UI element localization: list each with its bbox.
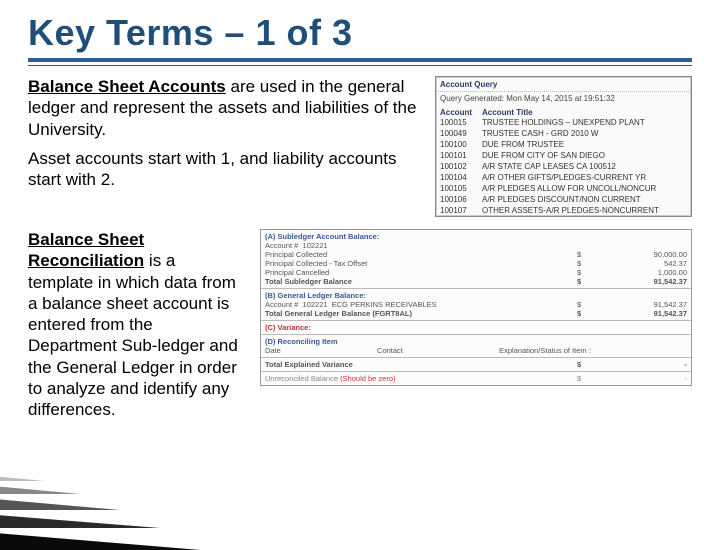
table-row: 100105A/R PLEDGES ALLOW FOR UNCOLL/NONCU… [436,183,691,194]
table-row: 100049TRUSTEE CASH - GRD 2010 W [436,128,691,139]
paragraph-2: Balance Sheet Reconciliation is a templa… [28,229,240,420]
recon-sec-a-title: (A) Subledger Account Balance: [265,232,379,241]
term-balance-sheet-accounts: Balance Sheet Accounts [28,77,226,96]
table-row: 100100DUE FROM TRUSTEE [436,139,691,150]
table-row: 100015TRUSTEE HOLDINGS – UNEXPEND PLANT [436,117,691,128]
recon-unrec-note: (Should be zero) [340,374,395,383]
recon-date-label: Date [265,346,281,355]
reconciliation-panel: (A) Subledger Account Balance: Account #… [260,229,692,386]
recon-unrec-label: Unreconciled Balance [265,374,338,383]
recon-contact-label: Contact [377,346,403,355]
recon-line: Principal Cancelled [265,268,329,277]
recon-sec-c-title: (C) Variance: [265,323,687,332]
paragraph-1: Balance Sheet Accounts are used in the g… [28,76,421,140]
table-row: 100106A/R PLEDGES DISCOUNT/NON CURRENT [436,194,691,205]
account-query-panel: Account Query Query Generated: Mon May 1… [435,76,692,217]
slide-title: Key Terms – 1 of 3 [28,12,692,54]
recon-sec-b-title: (B) General Ledger Balance: [265,291,366,300]
query-heading: Account Query [436,77,691,92]
recon-gl-label: ECG PERKINS RECEIVABLES [332,300,437,309]
table-row: 100107OTHER ASSETS-A/R PLEDGES-NONCURREN… [436,205,691,216]
recon-gl-total: 91,542.37 [654,309,687,318]
recon-gl-total-label: Total General Ledger Balance (FGRT8AL) [265,309,412,318]
recon-subledger-total: 91,542.37 [654,277,687,286]
query-generated: Query Generated: Mon May 14, 2015 at 19:… [436,92,691,106]
recon-subledger-total-label: Total Subledger Balance [265,277,352,286]
table-row: 100102A/R STATE CAP LEASES CA 100512 [436,161,691,172]
title-rule [28,58,692,66]
paragraph-1b: Asset accounts start with 1, and liabili… [28,148,421,191]
recon-acct-label: Account # [265,241,298,250]
query-col-title: Account Title [482,108,687,117]
recon-gl-val: 91,542.37 [654,300,687,309]
recon-var-total-label: Total Explained Variance [265,360,353,369]
query-col-account: Account [440,108,482,117]
recon-explanation-label: Explanation/Status of Item : [499,346,591,355]
table-row: 100104A/R OTHER GIFTS/PLEDGES-CURRENT YR [436,172,691,183]
recon-sec-d-title: (D) Reconciling Item [265,337,687,346]
recon-line: Principal Collected - Tax Offset [265,259,367,268]
recon-line: Principal Collected [265,250,327,259]
recon-acct-no: 102221 [303,241,328,250]
table-row: 100101DUE FROM CITY OF SAN DIEGO [436,150,691,161]
para2-text: is a template in which data from a balan… [28,251,238,419]
term-balance-sheet-reconciliation: Balance Sheet Reconciliation [28,230,144,270]
